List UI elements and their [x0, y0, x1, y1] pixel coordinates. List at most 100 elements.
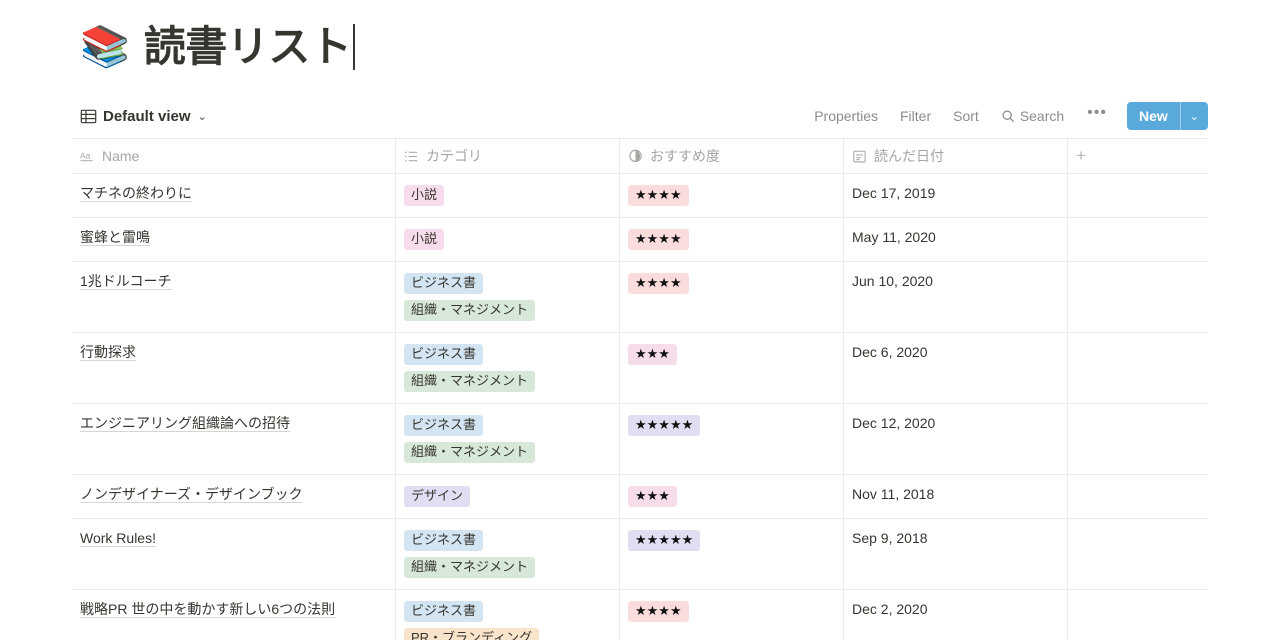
category-tag[interactable]: ビジネス書 — [404, 601, 484, 622]
cell-empty[interactable] — [1068, 218, 1208, 261]
cell-rating[interactable]: ★★★ — [620, 475, 844, 518]
tag-list: ビジネス書組織・マネジメント — [404, 344, 536, 392]
cell-category[interactable]: ビジネス書組織・マネジメント — [396, 404, 620, 474]
category-tag[interactable]: ビジネス書 — [404, 344, 484, 365]
cell-date[interactable]: Dec 17, 2019 — [844, 174, 1068, 217]
view-tab-default[interactable]: Default view ⌄ — [80, 108, 207, 125]
properties-button[interactable]: Properties — [803, 103, 889, 129]
book-title-link[interactable]: Work Rules! — [80, 530, 156, 546]
cell-empty[interactable] — [1068, 174, 1208, 217]
cell-date[interactable]: Sep 9, 2018 — [844, 519, 1068, 589]
table-row[interactable]: Work Rules! ビジネス書組織・マネジメント ★★★★★ Sep 9, 201… — [72, 519, 1208, 590]
column-header-rating[interactable]: おすすめ度 — [620, 139, 844, 173]
cell-category[interactable]: デザイン — [396, 475, 620, 518]
cell-rating[interactable]: ★★★★ — [620, 174, 844, 217]
cell-category[interactable]: 小説 — [396, 218, 620, 261]
cell-name[interactable]: Work Rules! — [72, 519, 396, 589]
cell-empty[interactable] — [1068, 519, 1208, 589]
category-tag[interactable]: PR・ブランディング — [404, 628, 540, 640]
rating-badge[interactable]: ★★★★ — [628, 601, 689, 622]
table-body: マチネの終わりに 小説 ★★★★ Dec 17, 2019 蜜蜂と雷鳴 小説 ★★★★ May… — [72, 174, 1208, 640]
cell-empty[interactable] — [1068, 262, 1208, 332]
category-tag[interactable]: 組織・マネジメント — [404, 442, 536, 463]
read-date: Sep 9, 2018 — [852, 530, 928, 546]
book-title-link[interactable]: エンジニアリング組織論への招待 — [80, 415, 290, 431]
cell-rating[interactable]: ★★★ — [620, 333, 844, 403]
table-row[interactable]: 戦略PR 世の中を動かす新しい6つの法則 ビジネス書 PR・ブランディング ★★★★ D… — [72, 590, 1208, 640]
rating-badge[interactable]: ★★★★ — [628, 185, 689, 206]
cell-rating[interactable]: ★★★★ — [620, 262, 844, 332]
database-toolbar: Default view ⌄ Properties Filter Sort Se… — [0, 94, 1280, 138]
search-button[interactable]: Search — [990, 103, 1075, 129]
book-title-link[interactable]: 蜜蜂と雷鳴 — [80, 229, 150, 245]
sort-button[interactable]: Sort — [942, 103, 990, 129]
cell-name[interactable]: ノンデザイナーズ・デザインブック — [72, 475, 396, 518]
cell-name[interactable]: 1兆ドルコーチ — [72, 262, 396, 332]
cell-name[interactable]: 戦略PR 世の中を動かす新しい6つの法則 — [72, 590, 396, 640]
column-header-date[interactable]: 読んだ日付 — [844, 139, 1068, 173]
cell-date[interactable]: Dec 2, 2020 — [844, 590, 1068, 640]
cell-category[interactable]: ビジネス書 PR・ブランディング — [396, 590, 620, 640]
category-tag[interactable]: ビジネス書 — [404, 415, 484, 436]
cell-date[interactable]: May 11, 2020 — [844, 218, 1068, 261]
category-tag[interactable]: 組織・マネジメント — [404, 557, 536, 578]
page-title[interactable]: 読書リスト — [144, 23, 356, 70]
rating-badge[interactable]: ★★★★★ — [628, 530, 701, 551]
column-header-category[interactable]: カテゴリ — [396, 139, 620, 173]
cell-empty[interactable] — [1068, 475, 1208, 518]
column-header-date-label: 読んだ日付 — [874, 148, 944, 164]
new-button-chevron-down-icon[interactable]: ⌄ — [1181, 102, 1208, 130]
new-button[interactable]: New — [1127, 102, 1180, 130]
table-row[interactable]: 蜜蜂と雷鳴 小説 ★★★★ May 11, 2020 — [72, 218, 1208, 262]
table-row[interactable]: ノンデザイナーズ・デザインブック デザイン ★★★ Nov 11, 2018 — [72, 475, 1208, 519]
rating-badge[interactable]: ★★★★ — [628, 273, 689, 294]
book-title-link[interactable]: 1兆ドルコーチ — [80, 273, 172, 289]
book-title-link[interactable]: 戦略PR 世の中を動かす新しい6つの法則 — [80, 601, 335, 617]
rating-badge[interactable]: ★★★ — [628, 486, 677, 507]
book-title-link[interactable]: マチネの終わりに — [80, 185, 192, 201]
search-icon — [1001, 109, 1015, 123]
cell-rating[interactable]: ★★★★ — [620, 590, 844, 640]
category-tag[interactable]: 小説 — [404, 185, 445, 206]
cell-category[interactable]: ビジネス書組織・マネジメント — [396, 333, 620, 403]
cell-rating[interactable]: ★★★★★ — [620, 404, 844, 474]
cell-rating[interactable]: ★★★★ — [620, 218, 844, 261]
book-title-link[interactable]: ノンデザイナーズ・デザインブック — [80, 486, 303, 502]
cell-empty[interactable] — [1068, 404, 1208, 474]
category-tag[interactable]: ビジネス書 — [404, 273, 484, 294]
category-tag[interactable]: 小説 — [404, 229, 445, 250]
cell-empty[interactable] — [1068, 333, 1208, 403]
book-title-link[interactable]: 行動探求 — [80, 344, 136, 360]
cell-date[interactable]: Jun 10, 2020 — [844, 262, 1068, 332]
search-label: Search — [1019, 108, 1065, 124]
category-tag[interactable]: ビジネス書 — [404, 530, 484, 551]
category-tag[interactable]: 組織・マネジメント — [404, 300, 536, 321]
column-header-name[interactable]: Aa Name — [72, 139, 396, 173]
table-row[interactable]: エンジニアリング組織論への招待 ビジネス書組織・マネジメント ★★★★★ Dec 12… — [72, 404, 1208, 475]
cell-name[interactable]: エンジニアリング組織論への招待 — [72, 404, 396, 474]
filter-button[interactable]: Filter — [889, 103, 942, 129]
rating-badge[interactable]: ★★★★★ — [628, 415, 701, 436]
cell-category[interactable]: ビジネス書組織・マネジメント — [396, 262, 620, 332]
cell-date[interactable]: Dec 12, 2020 — [844, 404, 1068, 474]
rating-badge[interactable]: ★★★ — [628, 344, 677, 365]
cell-empty[interactable] — [1068, 590, 1208, 640]
table-row[interactable]: 1兆ドルコーチ ビジネス書組織・マネジメント ★★★★ Jun 10, 2020 — [72, 262, 1208, 333]
more-options-button[interactable]: ••• — [1075, 105, 1119, 127]
cell-name[interactable]: 蜜蜂と雷鳴 — [72, 218, 396, 261]
read-date: May 11, 2020 — [852, 229, 936, 245]
rating-badge[interactable]: ★★★★ — [628, 229, 689, 250]
category-tag[interactable]: 組織・マネジメント — [404, 371, 536, 392]
category-tag[interactable]: デザイン — [404, 486, 471, 507]
cell-category[interactable]: ビジネス書組織・マネジメント — [396, 519, 620, 589]
table-row[interactable]: 行動探求 ビジネス書組織・マネジメント ★★★ Dec 6, 2020 — [72, 333, 1208, 404]
cell-date[interactable]: Nov 11, 2018 — [844, 475, 1068, 518]
cell-name[interactable]: マチネの終わりに — [72, 174, 396, 217]
cell-rating[interactable]: ★★★★★ — [620, 519, 844, 589]
cell-category[interactable]: 小説 — [396, 174, 620, 217]
add-column-button[interactable]: + — [1068, 139, 1208, 173]
cell-date[interactable]: Dec 6, 2020 — [844, 333, 1068, 403]
cell-name[interactable]: 行動探求 — [72, 333, 396, 403]
books-emoji[interactable]: 📚 — [80, 27, 130, 67]
table-row[interactable]: マチネの終わりに 小説 ★★★★ Dec 17, 2019 — [72, 174, 1208, 218]
